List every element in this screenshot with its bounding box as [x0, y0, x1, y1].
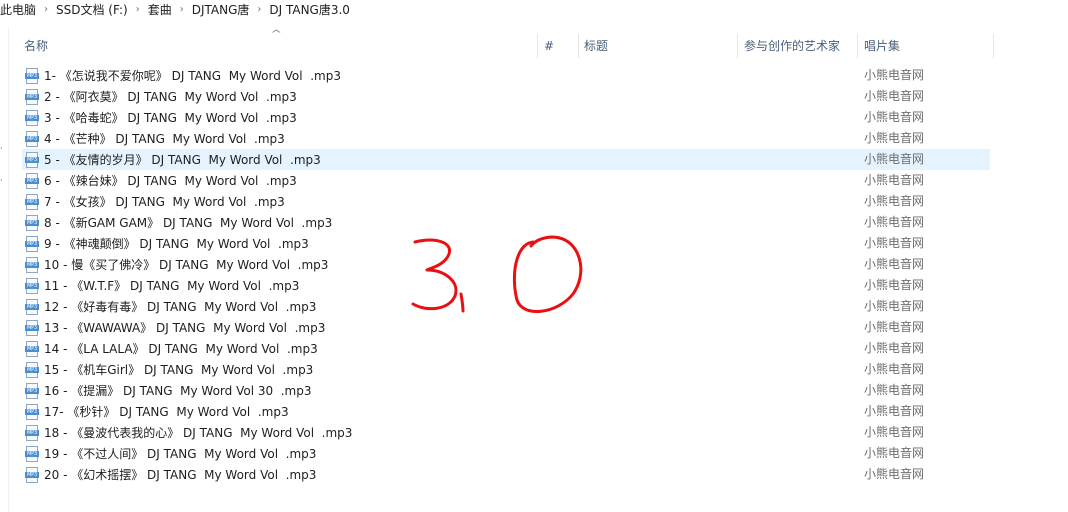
file-row[interactable]: MP3 19 - 《不过人间》 DJ TANG My Word Vol .mp3… [22, 443, 990, 464]
file-row[interactable]: MP3 16 - 《提漏》 DJ TANG My Word Vol 30 .mp… [22, 380, 990, 401]
breadcrumb-item-this-pc[interactable]: 此电脑 [0, 1, 36, 18]
file-row[interactable]: MP3 3 - 《哈毒蛇》 DJ TANG My Word Vol .mp3 小… [22, 107, 990, 128]
file-row[interactable]: MP3 17- 《秒针》 DJ TANG My Word Vol .mp3 小熊… [22, 401, 990, 422]
album-cell: 小熊电音网 [864, 257, 925, 271]
nav-pane-fragment: · [0, 144, 3, 154]
file-name: 19 - 《不过人间》 DJ TANG My Word Vol .mp3 [44, 447, 317, 461]
file-row[interactable]: MP3 14 - 《LA LALA》 DJ TANG My Word Vol .… [22, 338, 990, 359]
file-row[interactable]: MP3 6 - 《辣台妹》 DJ TANG My Word Vol .mp3 小… [22, 170, 990, 191]
album-cell: 小熊电音网 [864, 278, 925, 292]
breadcrumb-item-current-folder[interactable]: DJ TANG唐3.0 [269, 1, 350, 18]
album-cell: 小熊电音网 [864, 236, 925, 250]
mp3-file-icon: MP3 [25, 424, 39, 441]
breadcrumb-item-djtang-folder[interactable]: DJTANG唐 [192, 1, 250, 18]
album-cell: 小熊电音网 [864, 89, 925, 103]
file-row[interactable]: MP3 7 - 《女孩》 DJ TANG My Word Vol .mp3 小熊… [22, 191, 990, 212]
mp3-file-icon: MP3 [25, 319, 39, 336]
column-header-title[interactable]: 标题 [578, 34, 738, 58]
navigation-pane-edge[interactable]: · · [0, 28, 9, 512]
mp3-file-icon: MP3 [25, 67, 39, 84]
file-row[interactable]: MP3 2 - 《阿衣莫》 DJ TANG My Word Vol .mp3 小… [22, 86, 990, 107]
mp3-file-icon: MP3 [25, 109, 39, 126]
breadcrumb-item-suite-folder[interactable]: 套曲 [148, 1, 172, 18]
mp3-file-icon: MP3 [25, 403, 39, 420]
file-name: 5 - 《友情的岁月》 DJ TANG My Word Vol .mp3 [44, 153, 321, 167]
mp3-file-icon: MP3 [25, 256, 39, 273]
mp3-file-icon: MP3 [25, 361, 39, 378]
file-row[interactable]: MP3 18 - 《曼波代表我的心》 DJ TANG My Word Vol .… [22, 422, 990, 443]
album-cell: 小熊电音网 [864, 362, 925, 376]
album-cell: 小熊电音网 [864, 383, 925, 397]
file-name: 17- 《秒针》 DJ TANG My Word Vol .mp3 [44, 405, 289, 419]
mp3-file-icon: MP3 [25, 193, 39, 210]
album-cell: 小熊电音网 [864, 110, 925, 124]
file-row[interactable]: MP3 15 - 《机车Girl》 DJ TANG My Word Vol .m… [22, 359, 990, 380]
file-name: 2 - 《阿衣莫》 DJ TANG My Word Vol .mp3 [44, 90, 297, 104]
album-cell: 小熊电音网 [864, 299, 925, 313]
file-name: 18 - 《曼波代表我的心》 DJ TANG My Word Vol .mp3 [44, 426, 353, 440]
mp3-file-icon: MP3 [25, 340, 39, 357]
album-cell: 小熊电音网 [864, 467, 925, 481]
column-header-bar: 名称 # 标题 参与创作的艺术家 唱片集 [18, 34, 994, 58]
column-header-artists[interactable]: 参与创作的艺术家 [738, 34, 858, 58]
file-row[interactable]: MP3 8 - 《新GAM GAM》 DJ TANG My Word Vol .… [22, 212, 990, 233]
handwritten-version-annotation [411, 235, 583, 313]
album-cell: 小熊电音网 [864, 194, 925, 208]
file-name: 9 - 《神魂颠倒》 DJ TANG My Word Vol .mp3 [44, 237, 309, 251]
mp3-file-icon: MP3 [25, 151, 39, 168]
album-cell: 小熊电音网 [864, 131, 925, 145]
file-row[interactable]: MP3 4 - 《芒种》 DJ TANG My Word Vol .mp3 小熊… [22, 128, 990, 149]
chevron-right-icon[interactable]: › [249, 4, 269, 15]
file-name: 20 - 《幻术摇摆》 DJ TANG My Word Vol .mp3 [44, 468, 317, 482]
file-row[interactable]: MP3 1- 《怎说我不爱你呢》 DJ TANG My Word Vol .mp… [22, 65, 990, 86]
mp3-file-icon: MP3 [25, 172, 39, 189]
file-row[interactable]: MP3 20 - 《幻术摇摆》 DJ TANG My Word Vol .mp3… [22, 464, 990, 485]
mp3-file-icon: MP3 [25, 382, 39, 399]
album-cell: 小熊电音网 [864, 215, 925, 229]
file-name: 16 - 《提漏》 DJ TANG My Word Vol 30 .mp3 [44, 384, 312, 398]
file-name: 10 - 慢《买了佛冷》 DJ TANG My Word Vol .mp3 [44, 258, 329, 272]
file-name: 12 - 《好毒有毒》 DJ TANG My Word Vol .mp3 [44, 300, 317, 314]
file-explorer-window: 此电脑 › SSD文档 (F:) › 套曲 › DJTANG唐 › DJ TAN… [0, 0, 1068, 512]
album-cell: 小熊电音网 [864, 404, 925, 418]
mp3-file-icon: MP3 [25, 88, 39, 105]
mp3-file-icon: MP3 [25, 130, 39, 147]
album-cell: 小熊电音网 [864, 173, 925, 187]
file-name: 14 - 《LA LALA》 DJ TANG My Word Vol .mp3 [44, 342, 318, 356]
file-name: 1- 《怎说我不爱你呢》 DJ TANG My Word Vol .mp3 [44, 69, 341, 83]
album-cell: 小熊电音网 [864, 446, 925, 460]
mp3-file-icon: MP3 [25, 298, 39, 315]
album-cell: 小熊电音网 [864, 341, 925, 355]
mp3-file-icon: MP3 [25, 445, 39, 462]
nav-pane-fragment: · [0, 176, 3, 186]
column-header-album[interactable]: 唱片集 [858, 34, 994, 58]
mp3-file-icon: MP3 [25, 214, 39, 231]
file-name: 8 - 《新GAM GAM》 DJ TANG My Word Vol .mp3 [44, 216, 333, 230]
file-name: 11 - 《W.T.F》 DJ TANG My Word Vol .mp3 [44, 279, 300, 293]
column-divider[interactable] [993, 34, 994, 58]
column-header-track[interactable]: # [538, 34, 578, 58]
mp3-file-icon: MP3 [25, 277, 39, 294]
album-cell: 小熊电音网 [864, 152, 925, 166]
album-cell: 小熊电音网 [864, 425, 925, 439]
chevron-right-icon[interactable]: › [36, 4, 56, 15]
file-name: 6 - 《辣台妹》 DJ TANG My Word Vol .mp3 [44, 174, 297, 188]
album-cell: 小熊电音网 [864, 320, 925, 334]
chevron-right-icon[interactable]: › [128, 4, 148, 15]
breadcrumb: 此电脑 › SSD文档 (F:) › 套曲 › DJTANG唐 › DJ TAN… [0, 0, 350, 18]
file-name: 4 - 《芒种》 DJ TANG My Word Vol .mp3 [44, 132, 285, 146]
mp3-file-icon: MP3 [25, 235, 39, 252]
mp3-file-icon: MP3 [25, 466, 39, 483]
album-cell: 小熊电音网 [864, 68, 925, 82]
file-name: 13 - 《WAWAWA》 DJ TANG My Word Vol .mp3 [44, 321, 326, 335]
file-name: 15 - 《机车Girl》 DJ TANG My Word Vol .mp3 [44, 363, 314, 377]
file-name: 7 - 《女孩》 DJ TANG My Word Vol .mp3 [44, 195, 285, 209]
column-header-name[interactable]: 名称 [18, 34, 537, 58]
file-name: 3 - 《哈毒蛇》 DJ TANG My Word Vol .mp3 [44, 111, 297, 125]
file-row-selected[interactable]: MP3 5 - 《友情的岁月》 DJ TANG My Word Vol .mp3… [22, 149, 990, 170]
chevron-right-icon[interactable]: › [172, 4, 192, 15]
breadcrumb-item-drive[interactable]: SSD文档 (F:) [56, 1, 128, 18]
